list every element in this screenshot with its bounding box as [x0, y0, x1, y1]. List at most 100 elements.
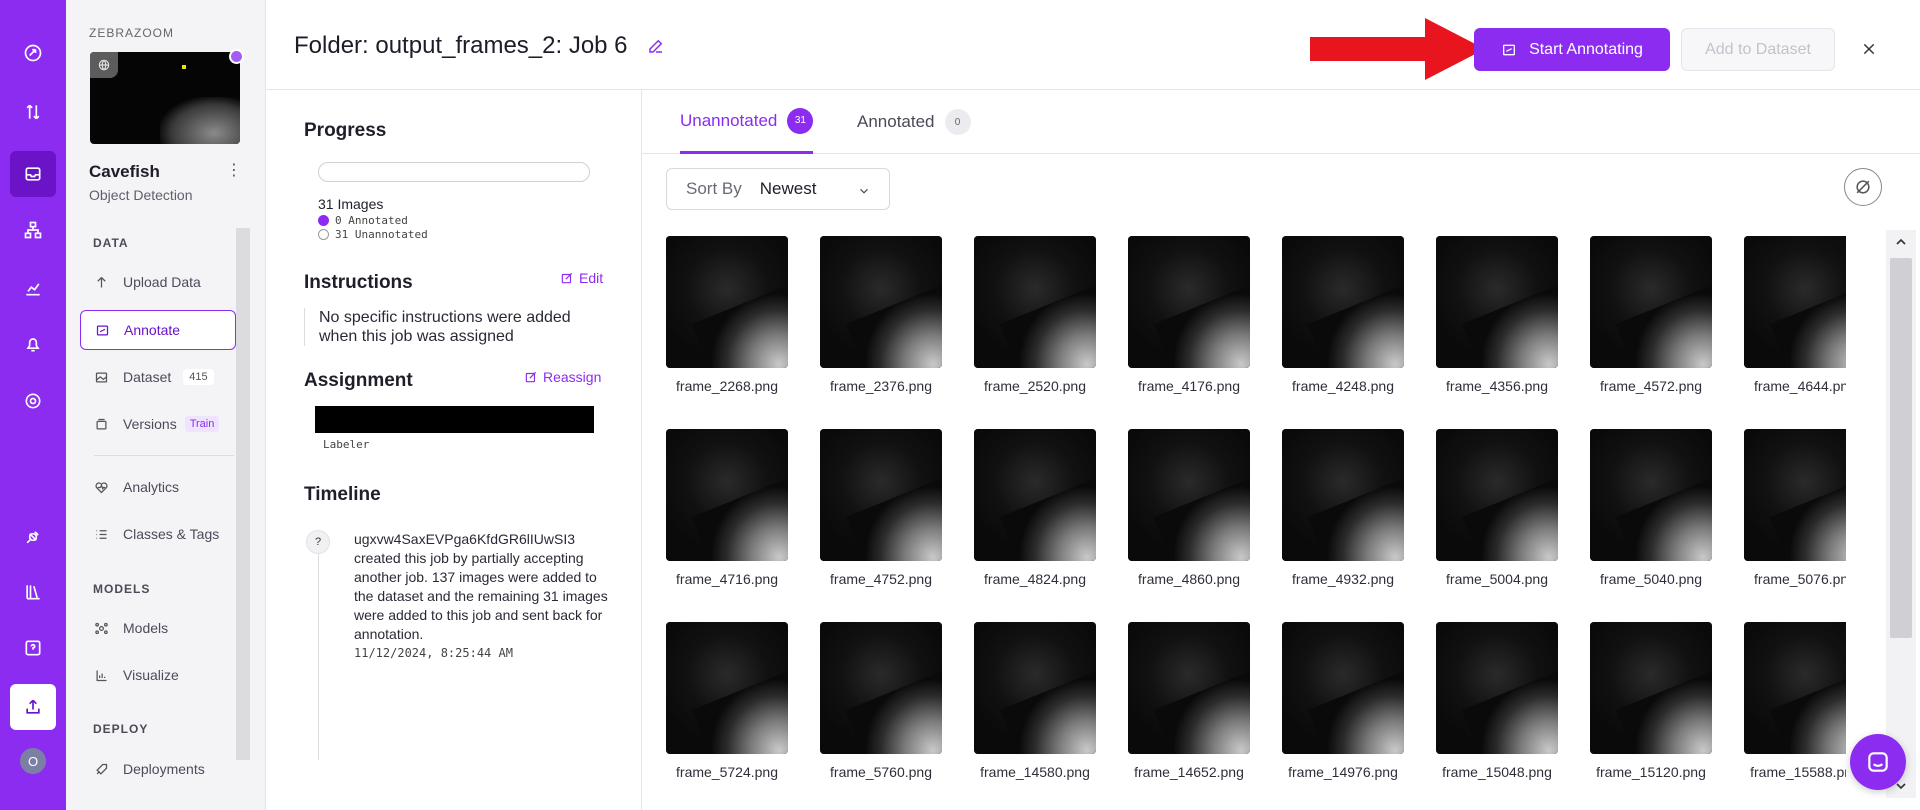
- image-tile[interactable]: frame_2520.png: [974, 236, 1096, 404]
- image-thumbnail[interactable]: [1436, 622, 1558, 754]
- scroll-up-icon[interactable]: [1893, 234, 1909, 250]
- image-tile[interactable]: frame_2268.png: [666, 236, 788, 404]
- image-thumbnail[interactable]: [1128, 622, 1250, 754]
- image-thumbnail[interactable]: [820, 236, 942, 368]
- close-icon[interactable]: [1856, 36, 1882, 62]
- upload-arrow-icon: [97, 276, 106, 287]
- gallery-scrollbar[interactable]: [1886, 230, 1916, 798]
- image-tile[interactable]: frame_5004.png: [1436, 429, 1558, 597]
- image-tile[interactable]: frame_4752.png: [820, 429, 942, 597]
- workspace-name[interactable]: ZEBRAZOOM: [89, 26, 174, 40]
- edit-instructions-link[interactable]: Edit: [560, 270, 603, 286]
- image-tile[interactable]: frame_14580.png: [974, 622, 1096, 790]
- image-tile[interactable]: frame_4572.png: [1590, 236, 1712, 404]
- sidebar-scrollbar[interactable]: [236, 228, 250, 760]
- image-thumbnail[interactable]: [974, 622, 1096, 754]
- library-icon[interactable]: [10, 569, 56, 615]
- sidebar-item-upload-data[interactable]: Upload Data: [80, 262, 236, 302]
- transfer-icon[interactable]: [10, 89, 56, 135]
- timeline-entry-date: 11/12/2024, 8:25:44 AM: [354, 646, 513, 660]
- sidebar-item-annotate[interactable]: Annotate: [80, 310, 236, 350]
- image-thumbnail[interactable]: [666, 622, 788, 754]
- image-tile[interactable]: frame_5076.png: [1744, 429, 1846, 597]
- sort-dropdown[interactable]: Sort By Newest: [666, 168, 890, 210]
- satellite-icon[interactable]: [10, 514, 56, 560]
- image-tile[interactable]: frame_15048.png: [1436, 622, 1558, 790]
- chat-support-button[interactable]: [1850, 734, 1906, 790]
- edit-title-icon[interactable]: [647, 37, 669, 59]
- upload-rail-icon[interactable]: [10, 684, 56, 730]
- image-filename: frame_5040.png: [1600, 571, 1702, 587]
- analytics-rail-icon[interactable]: [10, 265, 56, 311]
- image-thumbnail[interactable]: [666, 236, 788, 368]
- roboflow-logo-icon[interactable]: [10, 30, 56, 76]
- rocket-icon: [96, 763, 108, 775]
- help-icon[interactable]: [10, 625, 56, 671]
- tab-unannotated[interactable]: Unannotated 31: [680, 90, 814, 154]
- image-thumbnail[interactable]: [820, 622, 942, 754]
- image-thumbnail[interactable]: [820, 429, 942, 561]
- image-thumbnail[interactable]: [1590, 236, 1712, 368]
- hide-annotations-icon[interactable]: [1844, 168, 1882, 206]
- image-thumbnail[interactable]: [1128, 236, 1250, 368]
- sidebar-item-analytics[interactable]: Analytics: [80, 467, 236, 507]
- start-annotating-button[interactable]: Start Annotating: [1474, 28, 1670, 71]
- bell-icon[interactable]: [10, 321, 56, 367]
- more-vertical-icon[interactable]: ⋮: [226, 160, 242, 180]
- image-thumbnail[interactable]: [666, 429, 788, 561]
- edit-icon: [525, 371, 537, 383]
- reassign-link[interactable]: Reassign: [524, 369, 601, 385]
- sidebar-item-classes-tags[interactable]: Classes & Tags: [80, 514, 236, 554]
- image-thumbnail[interactable]: [1744, 429, 1846, 561]
- image-tile[interactable]: frame_4176.png: [1128, 236, 1250, 404]
- image-thumbnail[interactable]: [1590, 622, 1712, 754]
- image-thumbnail[interactable]: [1436, 429, 1558, 561]
- image-tile[interactable]: frame_4356.png: [1436, 236, 1558, 404]
- image-thumbnail[interactable]: [1436, 236, 1558, 368]
- sidebar-item-dataset[interactable]: Dataset 415: [80, 357, 236, 397]
- image-thumbnail[interactable]: [1744, 236, 1846, 368]
- image-filename: frame_15120.png: [1596, 764, 1706, 780]
- image-tile[interactable]: frame_4860.png: [1128, 429, 1250, 597]
- add-to-dataset-button[interactable]: Add to Dataset: [1681, 28, 1835, 71]
- scrollbar-thumb[interactable]: [1890, 258, 1912, 638]
- image-tile[interactable]: frame_14652.png: [1128, 622, 1250, 790]
- image-tile[interactable]: frame_4644.png: [1744, 236, 1846, 404]
- image-tile[interactable]: frame_4932.png: [1282, 429, 1404, 597]
- settings-gear-icon[interactable]: [10, 378, 56, 424]
- annotated-label: 0 Annotated: [335, 214, 408, 227]
- image-tile[interactable]: frame_15120.png: [1590, 622, 1712, 790]
- image-tile[interactable]: frame_4716.png: [666, 429, 788, 597]
- image-thumbnail[interactable]: [1744, 622, 1846, 754]
- image-thumbnail[interactable]: [974, 236, 1096, 368]
- project-thumbnail[interactable]: [90, 52, 240, 144]
- sidebar-item-label: Classes & Tags: [123, 526, 220, 542]
- image-tile[interactable]: frame_14976.png: [1282, 622, 1404, 790]
- image-thumbnail[interactable]: [1590, 429, 1712, 561]
- sidebar-item-versions[interactable]: Versions Train: [80, 404, 236, 444]
- image-tile[interactable]: frame_15588.png: [1744, 622, 1846, 790]
- image-thumbnail[interactable]: [1282, 429, 1404, 561]
- workflow-icon[interactable]: [10, 207, 56, 253]
- image-tile[interactable]: frame_5724.png: [666, 622, 788, 790]
- unannotated-dot: [318, 229, 329, 240]
- image-tile[interactable]: frame_4824.png: [974, 429, 1096, 597]
- sidebar-item-models[interactable]: Models: [80, 608, 236, 648]
- sidebar-item-visualize[interactable]: Visualize: [80, 655, 236, 695]
- image-tile[interactable]: frame_5760.png: [820, 622, 942, 790]
- image-tile[interactable]: frame_4248.png: [1282, 236, 1404, 404]
- image-tile[interactable]: frame_2376.png: [820, 236, 942, 404]
- image-thumbnail[interactable]: [1282, 236, 1404, 368]
- progress-heading: Progress: [304, 120, 387, 141]
- image-thumbnail[interactable]: [974, 429, 1096, 561]
- image-thumbnail[interactable]: [1282, 622, 1404, 754]
- sidebar-item-deployments[interactable]: Deployments: [80, 749, 236, 789]
- user-avatar[interactable]: O: [20, 748, 46, 774]
- image-tile[interactable]: frame_5040.png: [1590, 429, 1712, 597]
- sidebar-item-label: Upload Data: [123, 274, 201, 290]
- image-gallery: Unannotated 31 Annotated 0 Sort By Newes…: [642, 90, 1920, 810]
- thumbnail-rock: [160, 97, 240, 144]
- tab-annotated[interactable]: Annotated 0: [857, 90, 971, 154]
- inbox-icon[interactable]: [10, 151, 56, 197]
- image-thumbnail[interactable]: [1128, 429, 1250, 561]
